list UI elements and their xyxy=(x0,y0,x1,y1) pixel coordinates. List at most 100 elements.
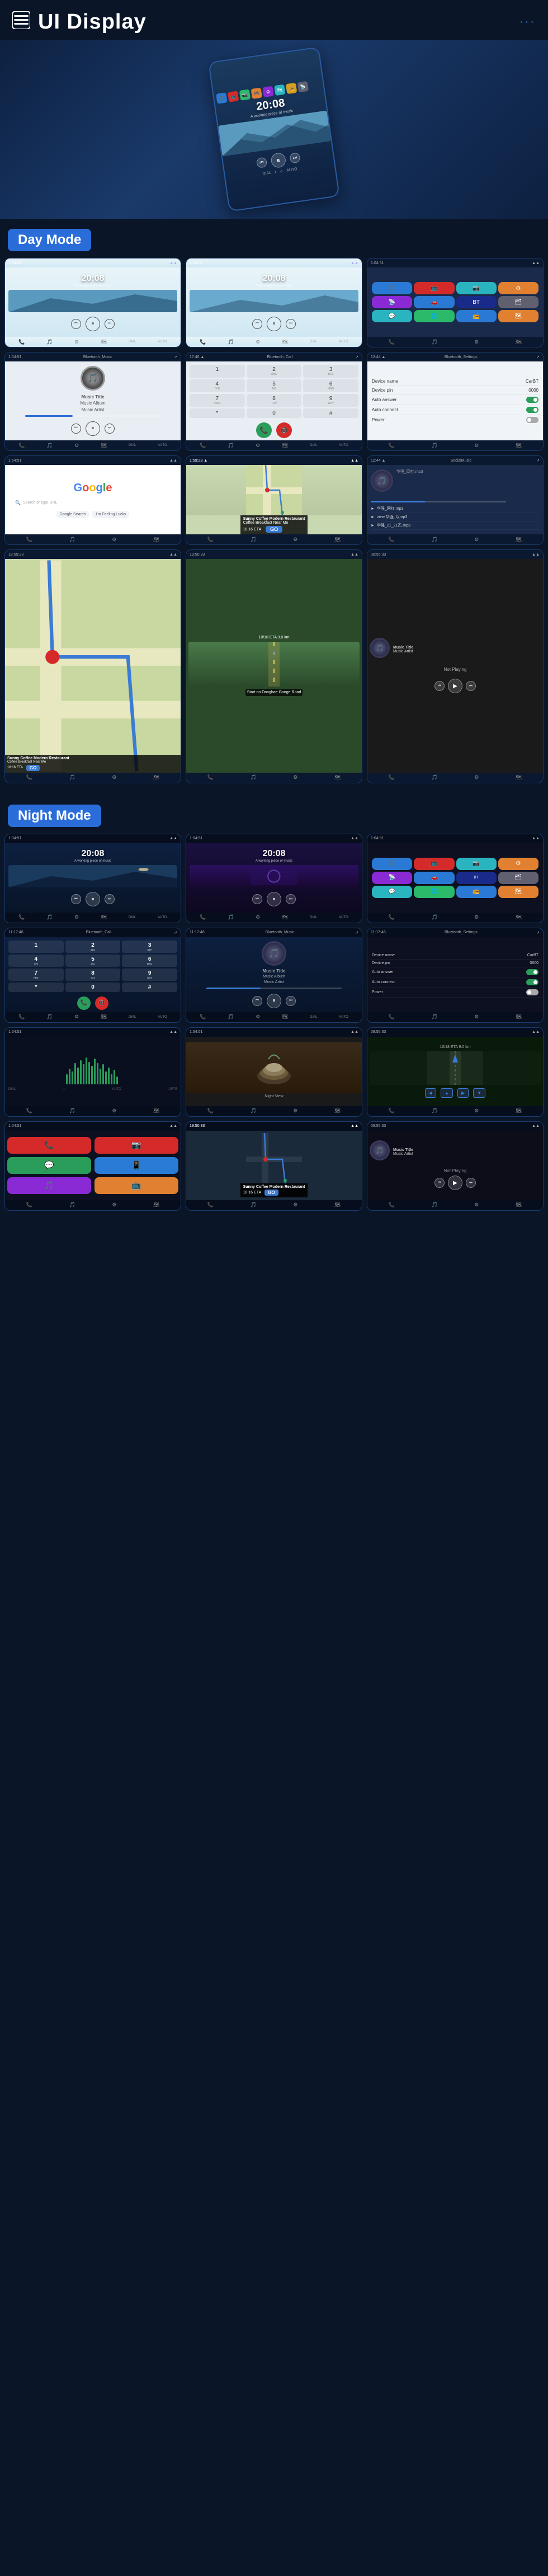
night-app-6[interactable]: 🚗 xyxy=(414,872,454,884)
night-app-2[interactable]: 📺 xyxy=(414,858,454,870)
day-pause-1[interactable]: ⏸ xyxy=(86,317,100,331)
night-bt-pause[interactable]: ⏸ xyxy=(267,994,281,1008)
night-app-3[interactable]: 📷 xyxy=(456,858,497,870)
np-prev[interactable]: ⏮ xyxy=(434,681,445,691)
app-icon-6[interactable]: 🚗 xyxy=(414,296,454,308)
night-phone-app-4[interactable]: 📱 xyxy=(95,1157,178,1174)
bt-pause-day[interactable]: ⏸ xyxy=(86,421,100,436)
app-icon-10[interactable]: 🌐 xyxy=(414,310,454,322)
night-call-btn[interactable]: 📞 xyxy=(77,996,91,1010)
night-dial-8[interactable]: 8TUV xyxy=(65,969,121,981)
night-dial-1[interactable]: 1 xyxy=(8,941,64,953)
bt-next-day[interactable]: ⏭ xyxy=(105,424,115,434)
app-icon-3[interactable]: 📷 xyxy=(456,282,497,294)
night-app-12[interactable]: 🗺 xyxy=(498,886,538,898)
night-end-btn[interactable]: 📵 xyxy=(95,996,108,1010)
app-icon-5[interactable]: 📡 xyxy=(372,296,412,308)
night-nav-btn-3[interactable]: ▶ xyxy=(457,1088,469,1098)
call-button-day[interactable]: 📞 xyxy=(256,422,272,438)
night-dial-4[interactable]: 4GHI xyxy=(8,955,64,967)
night-phone-app-5[interactable]: 🎵 xyxy=(7,1177,91,1194)
app-icon-7[interactable]: BT xyxy=(456,296,497,308)
header-dots[interactable]: ··· xyxy=(519,16,536,29)
night-dial-hash[interactable]: # xyxy=(122,983,177,992)
night-nav-btn-4[interactable]: ▼ xyxy=(473,1088,485,1098)
auto-answer-toggle[interactable] xyxy=(526,397,538,403)
dial-0[interactable]: 0 xyxy=(247,408,302,418)
night-phone-app-2[interactable]: 📷 xyxy=(95,1137,178,1154)
app-icon-1[interactable]: 🎵 xyxy=(372,282,412,294)
dial-9[interactable]: 9WXY xyxy=(303,394,358,407)
night-next-2[interactable]: ⏭ xyxy=(286,894,296,904)
end-call-button-day[interactable]: 📵 xyxy=(276,422,292,438)
night-app-4[interactable]: ⚙ xyxy=(498,858,538,870)
day-next-2[interactable]: ⏭ xyxy=(286,319,296,329)
google-btn-1[interactable]: Google Search xyxy=(56,511,89,518)
app-icon-8[interactable]: 🗂 xyxy=(498,296,538,308)
night-dial-0[interactable]: 0 xyxy=(65,983,121,992)
night-prev-2[interactable]: ⏮ xyxy=(252,894,262,904)
night-np-next[interactable]: ⏭ xyxy=(466,1178,476,1188)
day-prev-1[interactable]: ⏮ xyxy=(71,319,81,329)
dial-8[interactable]: 8TUV xyxy=(247,394,302,407)
night-nav-btn-1[interactable]: ◀ xyxy=(425,1088,436,1098)
day-prev-2[interactable]: ⏮ xyxy=(252,319,262,329)
night-bt-next[interactable]: ⏭ xyxy=(286,996,296,1006)
night-phone-app-6[interactable]: 📺 xyxy=(95,1177,178,1194)
bt-prev-day[interactable]: ⏮ xyxy=(71,424,81,434)
night-dial-7[interactable]: 7PRS xyxy=(8,969,64,981)
app-icon-9[interactable]: 💬 xyxy=(372,310,412,322)
day-next-1[interactable]: ⏭ xyxy=(105,319,115,329)
night-bt-prev[interactable]: ⏮ xyxy=(252,996,262,1006)
dial-2[interactable]: 2ABC xyxy=(247,365,302,378)
app-icon-4[interactable]: ⚙ xyxy=(498,282,538,294)
track-1[interactable]: ► 华强_网红.mp3 xyxy=(371,505,540,513)
night-dial-5[interactable]: 5JKL xyxy=(65,955,121,967)
night-app-7[interactable]: BT xyxy=(456,872,497,884)
night-phone-app-1[interactable]: 📞 xyxy=(7,1137,91,1154)
google-btn-2[interactable]: I'm Feeling Lucky xyxy=(92,511,129,518)
dial-5[interactable]: 5JKL xyxy=(247,379,302,392)
google-search-bar[interactable]: 🔍 Search or type URL xyxy=(10,498,176,507)
power-toggle[interactable] xyxy=(526,417,538,423)
track-2[interactable]: ► view 华强_以mp3 xyxy=(371,513,540,521)
night-np-prev[interactable]: ⏮ xyxy=(434,1178,445,1188)
night-pause-2[interactable]: ⏸ xyxy=(267,892,281,906)
night-app-5[interactable]: 📡 xyxy=(372,872,412,884)
night-app-9[interactable]: 💬 xyxy=(372,886,412,898)
night-dial-3[interactable]: 3DEF xyxy=(122,941,177,953)
night-power-toggle[interactable] xyxy=(526,989,538,995)
night-app-11[interactable]: 📻 xyxy=(456,886,497,898)
night-prev-1[interactable]: ⏮ xyxy=(71,894,81,904)
dial-1[interactable]: 1 xyxy=(190,365,245,378)
auto-connect-toggle[interactable] xyxy=(526,407,538,413)
night-next-1[interactable]: ⏭ xyxy=(105,894,115,904)
night-dial-2[interactable]: 2ABC xyxy=(65,941,121,953)
dial-6[interactable]: 6MNO xyxy=(303,379,358,392)
app-icon-11[interactable]: 📻 xyxy=(456,310,497,322)
night-go-btn[interactable]: GO xyxy=(264,1190,278,1196)
day-pause-2[interactable]: ⏸ xyxy=(267,317,281,331)
night-app-10[interactable]: 🌐 xyxy=(414,886,454,898)
night-dial-9[interactable]: 9WXY xyxy=(122,969,177,981)
app-icon-2[interactable]: 📺 xyxy=(414,282,454,294)
dial-star[interactable]: * xyxy=(190,408,245,418)
np-next[interactable]: ⏭ xyxy=(466,681,476,691)
go-button[interactable]: GO xyxy=(266,526,282,533)
np-play[interactable]: ▶ xyxy=(448,679,462,693)
dial-7[interactable]: 7PRS xyxy=(190,394,245,407)
night-nav-btn-2[interactable]: ▲ xyxy=(441,1088,453,1098)
night-auto-answer-toggle[interactable] xyxy=(526,969,538,975)
night-pause-1[interactable]: ⏸ xyxy=(86,892,100,906)
track-3[interactable]: ► 华强_21_21乙.mp3 xyxy=(371,521,540,530)
night-phone-app-3[interactable]: 💬 xyxy=(7,1157,91,1174)
pause-button[interactable]: ⏸ xyxy=(270,152,286,168)
dial-3[interactable]: 3DEF xyxy=(303,365,358,378)
app-icon-12[interactable]: 🗺 xyxy=(498,310,538,322)
night-np-play[interactable]: ▶ xyxy=(448,1176,462,1190)
dial-hash[interactable]: # xyxy=(303,408,358,418)
dial-4[interactable]: 4GHI xyxy=(190,379,245,392)
next-button[interactable]: ⏭ xyxy=(289,152,300,163)
night-dial-star[interactable]: * xyxy=(8,983,64,992)
menu-icon[interactable] xyxy=(12,11,30,33)
